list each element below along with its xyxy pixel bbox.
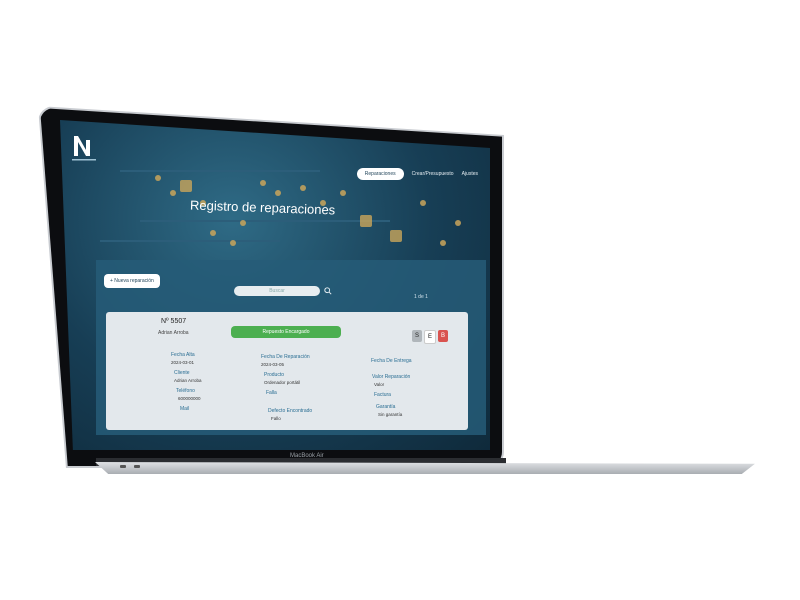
field-label-valor: Valor Reparación <box>372 374 411 380</box>
nav-item-reparaciones[interactable]: Reparaciones <box>356 168 404 180</box>
field-label-mail: Mail <box>180 406 190 412</box>
field-value-telefono: 600000000 <box>178 396 201 401</box>
field-value-fecha-reparacion: 2024-03-05 <box>261 362 285 367</box>
nav-item-ajustes[interactable]: Ajustes <box>462 171 478 177</box>
laptop-screen: Reparaciones Crear/Presupuesto Ajustes R… <box>60 120 490 450</box>
search-input[interactable]: Buscar <box>234 286 320 296</box>
action-button-e[interactable]: E <box>424 330 436 344</box>
field-value-garantia: Sin garantía <box>378 412 403 417</box>
status-badge[interactable]: Repuesto Encargado <box>231 326 341 338</box>
action-button-b[interactable]: B <box>438 330 448 342</box>
field-label-falla: Falla <box>266 390 277 396</box>
field-value-defecto: Fallo <box>271 416 281 421</box>
pagination-counter: 1 de 1 <box>414 294 428 300</box>
field-label-factura: Factura <box>374 392 391 398</box>
field-label-producto: Producto <box>264 372 285 378</box>
repair-actions: S E B <box>412 330 448 344</box>
field-value-fecha-alta: 2024-03-01 <box>171 360 195 365</box>
field-label-fecha-entrega: Fecha De Entrega <box>371 358 412 364</box>
field-value-producto: Ordenador portátil <box>264 380 301 385</box>
action-button-s[interactable]: S <box>412 330 422 342</box>
repair-card[interactable]: Nº 5507 Adrian Arroba Repuesto Encargado… <box>106 312 468 430</box>
repair-number: Nº 5507 <box>161 318 187 325</box>
field-label-cliente: Cliente <box>174 370 190 376</box>
laptop-mockup: Reparaciones Crear/Presupuesto Ajustes R… <box>0 0 800 600</box>
repairs-panel: + Nueva reparación Buscar 1 de 1 Nº 5507… <box>96 260 486 435</box>
search-icon[interactable] <box>324 287 332 295</box>
laptop-base <box>95 462 755 474</box>
laptop-brand-label: MacBook Air <box>290 453 324 459</box>
brand-logo-icon[interactable] <box>72 132 96 162</box>
field-label-fecha-alta: Fecha Alta <box>171 352 195 358</box>
repair-client-name: Adrian Arroba <box>158 330 189 336</box>
field-label-garantia: Garantía <box>376 404 396 410</box>
nav-item-presupuesto[interactable]: Crear/Presupuesto <box>412 171 454 177</box>
field-label-defecto: Defecto Encontrado <box>268 408 313 414</box>
field-value-valor: Valor <box>374 382 385 387</box>
usb-port <box>120 465 126 468</box>
field-label-fecha-reparacion: Fecha De Reparación <box>261 354 310 360</box>
usb-port <box>134 465 140 468</box>
field-value-cliente: Adrian Arroba <box>174 378 202 383</box>
field-label-telefono: Teléfono <box>176 388 195 394</box>
new-repair-button[interactable]: + Nueva reparación <box>104 274 160 288</box>
top-nav: Reparaciones Crear/Presupuesto Ajustes <box>356 168 478 180</box>
